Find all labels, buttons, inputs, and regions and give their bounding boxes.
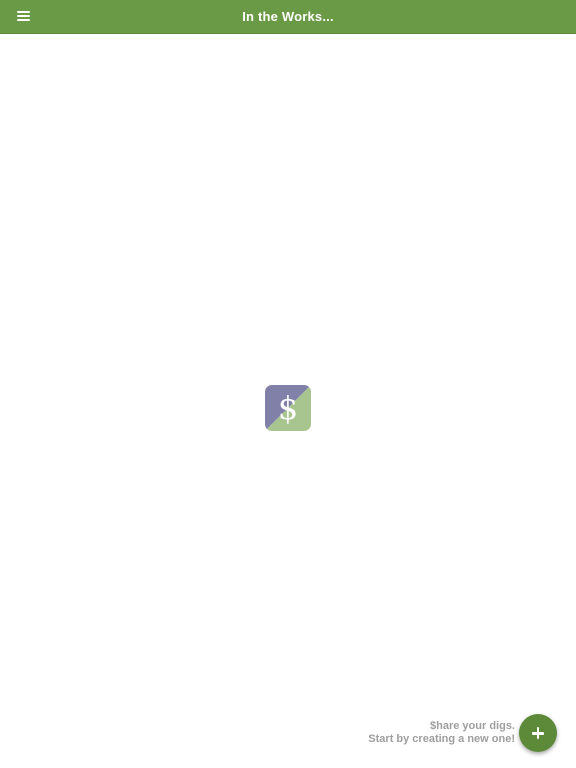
top-app-bar: In the Works...: [0, 0, 576, 34]
logo-symbol: $: [278, 389, 298, 427]
app-screen: In the Works... $ $hare your digs. Start…: [0, 0, 576, 768]
empty-state-line-2: Start by creating a new one!: [368, 732, 515, 745]
create-new-button[interactable]: [519, 714, 557, 752]
empty-state-line-1: $hare your digs.: [430, 720, 515, 732]
app-logo: $: [265, 385, 311, 431]
page-title: In the Works...: [242, 9, 334, 24]
dollar-logo-icon: $: [265, 385, 311, 431]
empty-state-message: $hare your digs. Start by creating a new…: [368, 720, 515, 745]
